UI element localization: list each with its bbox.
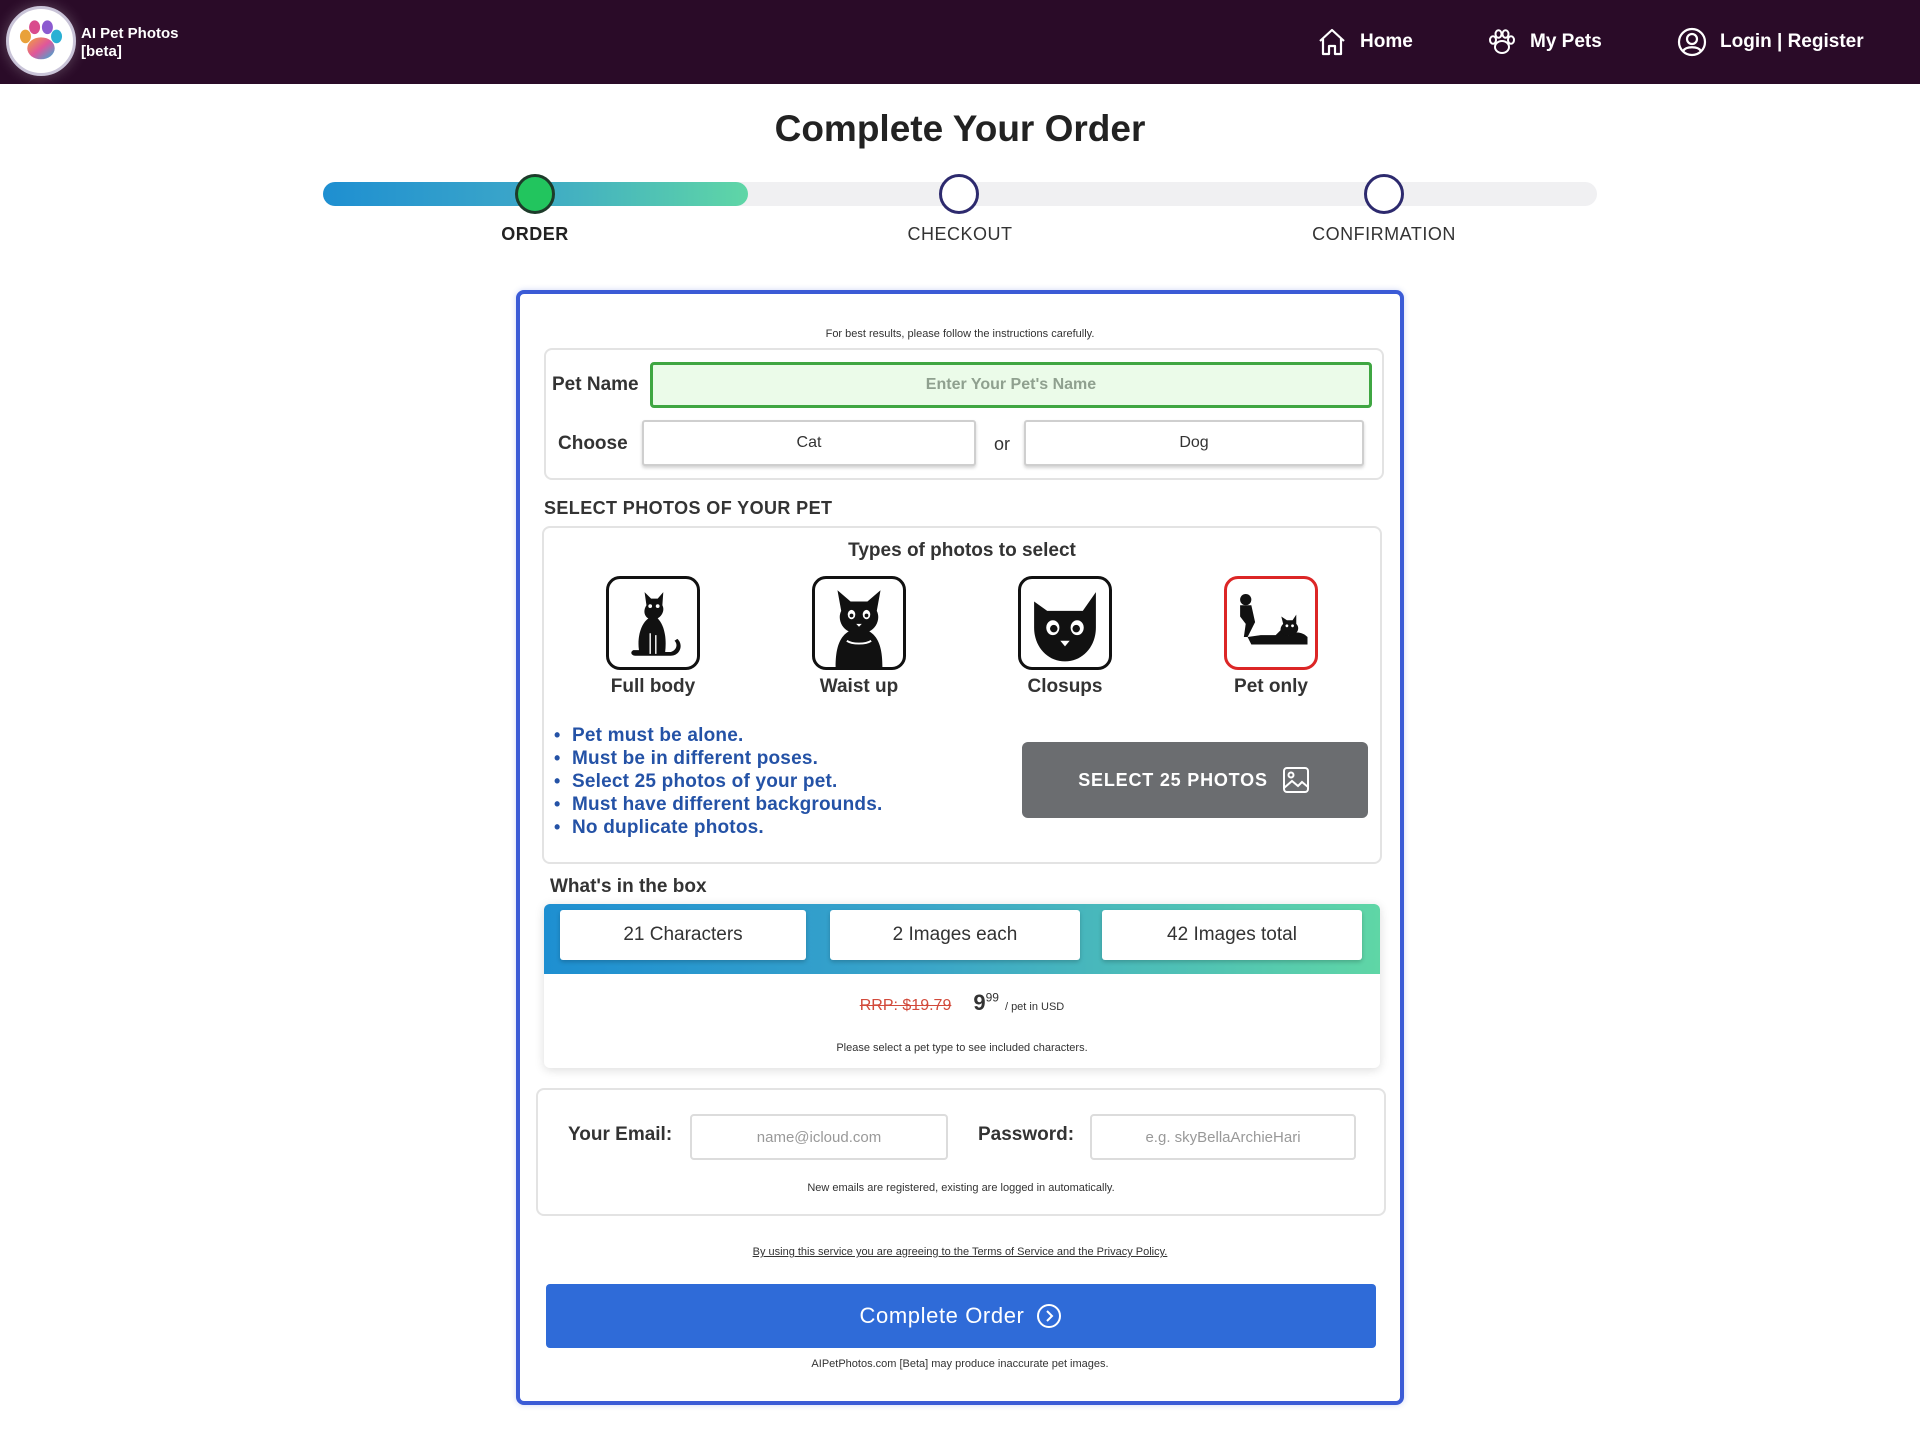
brand-name[interactable]: AI Pet Photos [beta]	[81, 25, 179, 61]
email-field[interactable]	[690, 1114, 948, 1160]
photo-rule-item: No duplicate photos.	[554, 816, 882, 839]
cat-choice-button[interactable]: Cat	[642, 420, 976, 466]
images-total-chip: 42 Images total	[1102, 910, 1362, 960]
nav-home-label: Home	[1360, 31, 1413, 52]
step-checkout-label: CHECKOUT	[907, 224, 1013, 244]
rrp-price: RRP: $19.79	[859, 997, 952, 1014]
step-checkout-dot	[939, 174, 979, 214]
account-note: New emails are registered, existing are …	[807, 1182, 1115, 1194]
photo-type-pet-only: Pet only	[1201, 576, 1341, 698]
photo-type-label: Full body	[610, 676, 696, 697]
arrow-circle-right-icon	[1037, 1304, 1062, 1328]
photo-type-label: Pet only	[1234, 676, 1308, 697]
photo-types-heading: Types of photos to select	[848, 540, 1076, 561]
password-field[interactable]	[1090, 1114, 1356, 1160]
photo-type-label: Closups	[1027, 676, 1103, 697]
user-circle-icon	[1677, 27, 1707, 57]
photo-selection-panel: Types of photos to select Full body Wais…	[542, 526, 1382, 864]
cat-waist-up-icon	[812, 576, 906, 670]
brand-beta-tag: [beta]	[81, 43, 122, 60]
select-photos-heading: SELECT PHOTOS OF YOUR PET	[544, 498, 833, 518]
email-label: Your Email:	[568, 1124, 673, 1145]
brand-title: AI Pet Photos	[81, 25, 179, 42]
select-photos-label: SELECT 25 PHOTOS	[1078, 769, 1268, 790]
characters-chip: 21 Characters	[560, 910, 806, 960]
home-icon	[1319, 28, 1345, 56]
pet-details-panel: Pet Name Choose Cat or Dog	[544, 348, 1384, 480]
nav-my-pets-link[interactable]: My Pets	[1486, 22, 1602, 62]
cat-closeup-icon	[1018, 576, 1112, 670]
price-row: RRP: $19.79 999 / pet in USD	[544, 990, 1380, 1016]
beta-disclaimer: AIPetPhotos.com [Beta] may produce inacc…	[811, 1358, 1109, 1370]
page-title: Complete Your Order	[774, 108, 1146, 149]
instructions-hint: For best results, please follow the inst…	[825, 328, 1095, 340]
pet-type-note: Please select a pet type to see included…	[836, 1042, 1088, 1054]
photo-rule-item: Pet must be alone.	[554, 724, 882, 747]
order-form-card: For best results, please follow the inst…	[516, 290, 1404, 1405]
nav-my-pets-label: My Pets	[1530, 31, 1602, 52]
photo-type-label: Waist up	[819, 676, 899, 697]
photo-rule-item: Select 25 photos of your pet.	[554, 770, 882, 793]
cat-full-body-icon	[606, 576, 700, 670]
terms-link[interactable]: By using this service you are agreeing t…	[520, 1246, 1400, 1258]
photo-rules-list: Pet must be alone. Must be in different …	[554, 724, 882, 839]
whats-in-box-panel: 21 Characters 2 Images each 42 Images to…	[544, 904, 1380, 1068]
complete-order-label: Complete Order	[859, 1303, 1025, 1328]
price-cents: 99	[985, 990, 999, 1005]
photo-type-closeups: Closups	[995, 576, 1135, 698]
photo-type-waist-up: Waist up	[789, 576, 929, 698]
image-gallery-icon	[1282, 767, 1309, 793]
step-order-dot	[515, 174, 555, 214]
paw-logo-icon[interactable]	[6, 6, 76, 76]
pet-name-label: Pet Name	[552, 374, 639, 395]
complete-order-button[interactable]: Complete Order	[546, 1284, 1376, 1348]
pet-only-icon	[1224, 576, 1318, 670]
step-confirmation-dot	[1364, 174, 1404, 214]
paw-icon	[1489, 29, 1515, 54]
price-dollars: 9	[973, 990, 986, 1015]
or-separator: or	[994, 434, 1011, 454]
choose-label: Choose	[558, 433, 628, 454]
nav-login-register-link[interactable]: Login | Register	[1676, 22, 1864, 62]
step-order-label: ORDER	[501, 224, 569, 244]
account-panel: Your Email: Password: New emails are reg…	[536, 1088, 1386, 1216]
dog-choice-button[interactable]: Dog	[1024, 420, 1364, 466]
select-photos-button[interactable]: SELECT 25 PHOTOS	[1022, 742, 1368, 818]
step-confirmation-label: CONFIRMATION	[1312, 224, 1456, 244]
nav-login-label: Login | Register	[1720, 31, 1864, 52]
pet-name-input[interactable]	[650, 362, 1372, 408]
nav-home-link[interactable]: Home	[1316, 22, 1413, 62]
photo-type-full-body: Full body	[583, 576, 723, 698]
top-nav: AI Pet Photos [beta] Home My Pets Login …	[0, 0, 1920, 84]
photo-rule-item: Must have different backgrounds.	[554, 793, 882, 816]
current-price: 999	[973, 990, 999, 1016]
password-label: Password:	[978, 1124, 1075, 1145]
price-unit: / pet in USD	[1004, 1001, 1065, 1013]
photo-rule-item: Must be in different poses.	[554, 747, 882, 770]
whats-in-box-heading: What's in the box	[550, 876, 707, 897]
images-each-chip: 2 Images each	[830, 910, 1080, 960]
